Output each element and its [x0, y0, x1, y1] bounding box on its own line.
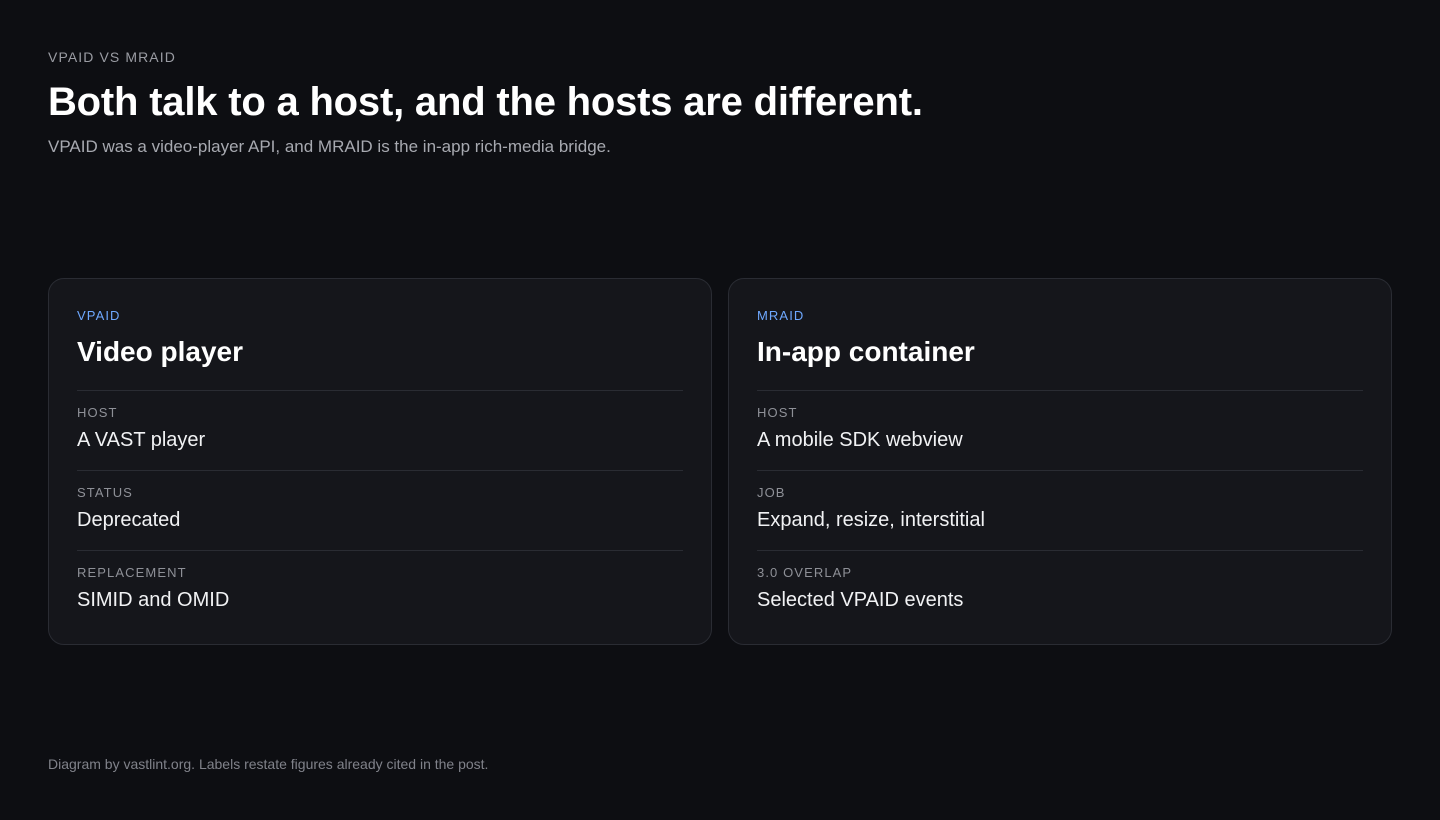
row-value: A mobile SDK webview [757, 429, 963, 451]
row-label: JOB [757, 485, 786, 500]
card-mraid: MRAID In-app container HOST A mobile SDK… [728, 278, 1392, 645]
footer-note: Diagram by vastlint.org. Labels restate … [48, 756, 489, 772]
row-value: Deprecated [77, 509, 181, 531]
card-tag: VPAID [77, 308, 121, 323]
card-row-host: HOST A VAST player [77, 390, 683, 470]
card-tag: MRAID [757, 308, 805, 323]
page-title: Both talk to a host, and the hosts are d… [48, 80, 923, 124]
comparison-cards: VPAID Video player HOST A VAST player ST… [48, 278, 1392, 645]
card-title: Video player [77, 336, 244, 367]
card-row-status: STATUS Deprecated [77, 470, 683, 550]
row-label: STATUS [77, 485, 133, 500]
card-row-overlap: 3.0 OVERLAP Selected VPAID events [757, 550, 1363, 630]
page-subtitle: VPAID was a video-player API, and MRAID … [48, 137, 611, 156]
row-value: A VAST player [77, 429, 206, 451]
row-value: Expand, resize, interstitial [757, 509, 985, 531]
row-value: SIMID and OMID [77, 589, 230, 611]
card-vpaid: VPAID Video player HOST A VAST player ST… [48, 278, 712, 645]
card-row-replacement: REPLACEMENT SIMID and OMID [77, 550, 683, 630]
card-rows: HOST A mobile SDK webview JOB Expand, re… [757, 390, 1363, 630]
row-label: REPLACEMENT [77, 565, 187, 580]
card-row-job: JOB Expand, resize, interstitial [757, 470, 1363, 550]
card-row-host: HOST A mobile SDK webview [757, 390, 1363, 470]
card-title: In-app container [757, 336, 975, 367]
row-label: HOST [77, 405, 118, 420]
row-value: Selected VPAID events [757, 589, 964, 611]
card-rows: HOST A VAST player STATUS Deprecated REP… [77, 390, 683, 630]
row-label: 3.0 OVERLAP [757, 565, 853, 580]
row-label: HOST [757, 405, 798, 420]
eyebrow-label: VPAID VS MRAID [48, 49, 176, 65]
